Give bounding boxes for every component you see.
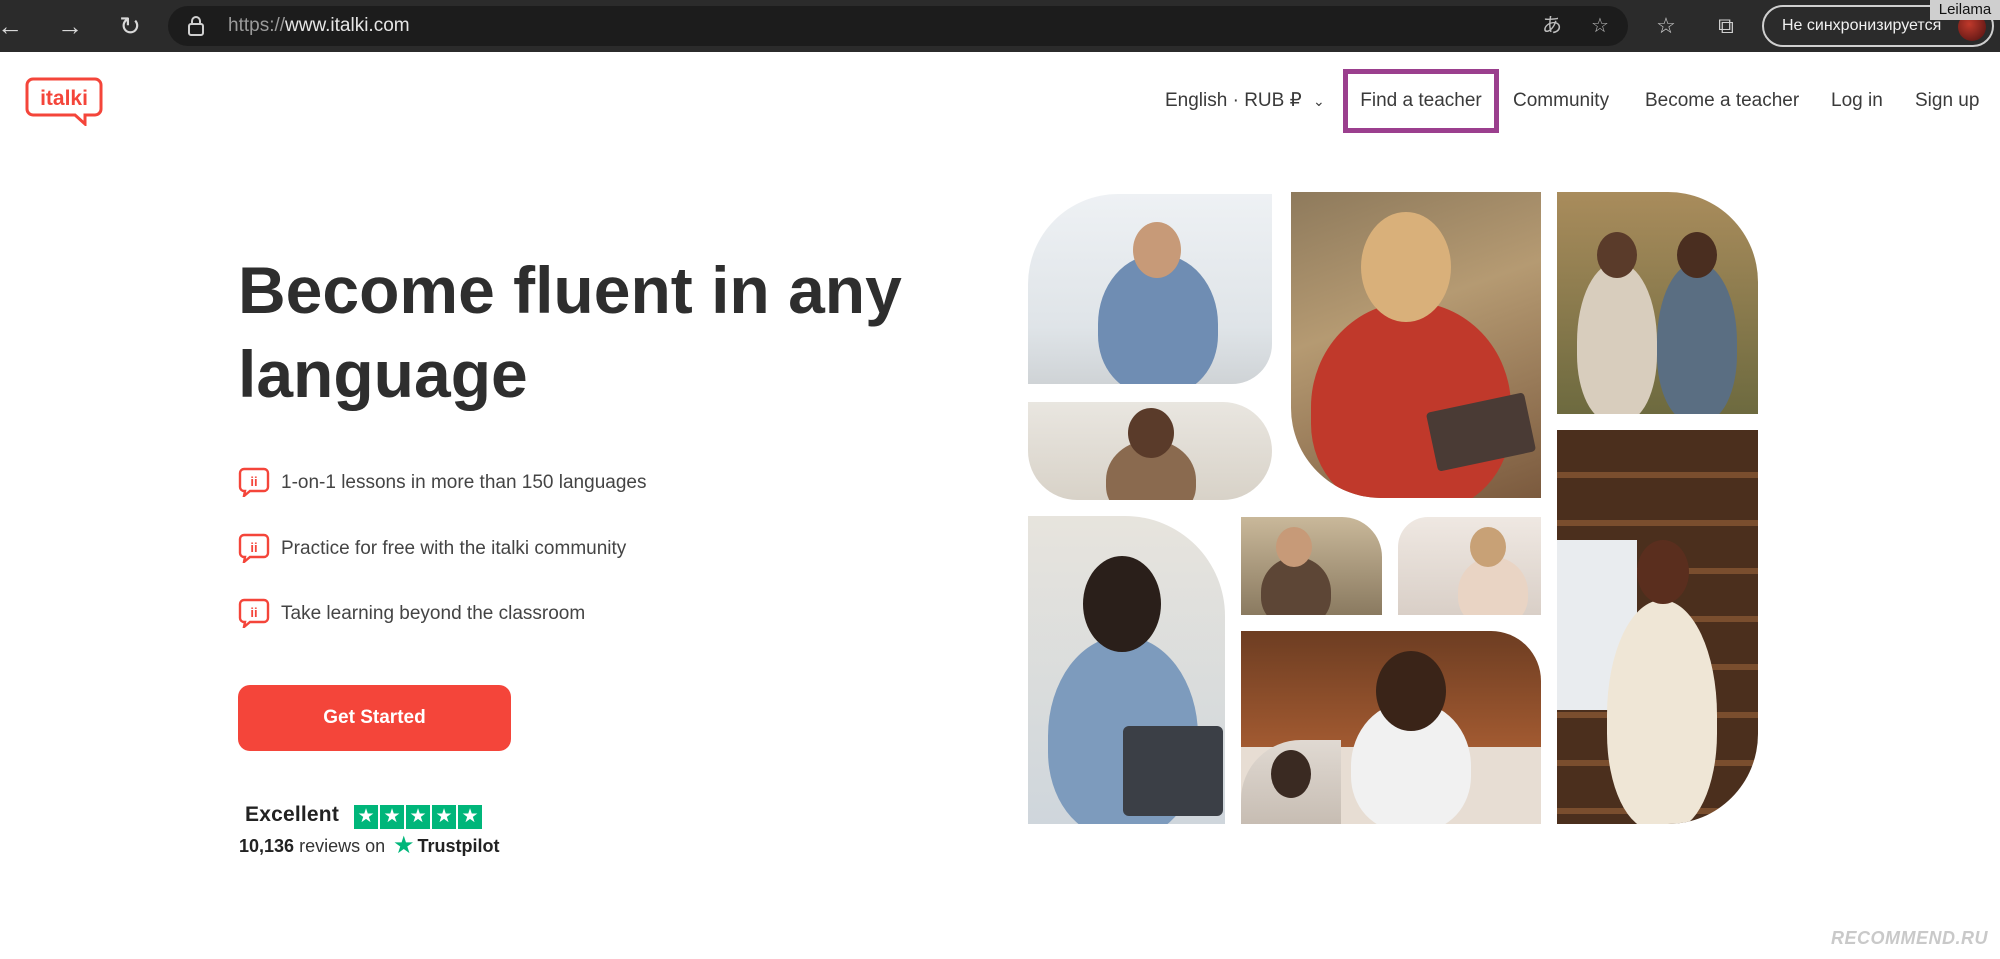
user-name-label: Leilama <box>1930 0 2000 20</box>
photo-tutor-desk <box>1028 194 1272 384</box>
photo-headset-woman <box>1398 517 1541 615</box>
lock-icon <box>188 16 204 36</box>
review-count: 10,136 <box>239 836 295 856</box>
trustpilot-rating-label: Excellent <box>245 803 340 826</box>
add-favorite-icon[interactable]: ☆ <box>1586 12 1614 40</box>
svg-text:ii: ii <box>250 540 257 555</box>
trustpilot-star-icon: ★ <box>393 832 415 859</box>
nav-become-teacher[interactable]: Become a teacher <box>1645 84 1799 118</box>
photo-teacher-bookshelf <box>1557 430 1758 824</box>
italki-bubble-icon: ii <box>238 533 270 563</box>
star-icon: ★ <box>432 805 456 829</box>
svg-text:ii: ii <box>250 605 257 620</box>
translate-icon[interactable]: あ <box>1538 12 1566 40</box>
nav-sign-up[interactable]: Sign up <box>1915 84 1979 118</box>
star-icon: ★ <box>458 805 482 829</box>
photo-student-smiling <box>1028 402 1272 500</box>
svg-text:ii: ii <box>250 474 257 489</box>
nav-log-in[interactable]: Log in <box>1831 84 1883 118</box>
language-currency-label: English · RUB ₽ <box>1165 90 1302 111</box>
trustpilot-logo[interactable]: ★ Trustpilot <box>393 833 500 859</box>
nav-find-teacher-label: Find a teacher <box>1360 90 1482 111</box>
star-icon: ★ <box>380 805 404 829</box>
address-bar[interactable]: https://www.italki.com あ ☆ <box>168 6 1628 46</box>
trustpilot-brand: Trustpilot <box>417 835 500 856</box>
back-icon[interactable]: ← <box>0 8 28 44</box>
italki-logo[interactable]: italki <box>25 76 103 126</box>
nav-find-teacher[interactable]: Find a teacher <box>1343 69 1499 133</box>
sync-status: Не синхронизируется <box>1782 17 1942 34</box>
photo-headphones-notebook <box>1291 192 1541 498</box>
photo-waving-student <box>1028 516 1225 824</box>
language-currency-selector[interactable]: English · RUB ₽ ⌄ <box>1165 84 1325 118</box>
star-icon: ★ <box>406 805 430 829</box>
reload-icon[interactable]: ↻ <box>112 8 148 44</box>
italki-bubble-icon: ii <box>238 467 270 497</box>
reviews-on-label: reviews on <box>299 836 386 856</box>
favorites-icon[interactable]: ☆ <box>1650 10 1682 42</box>
page-title: Become fluent in any language <box>238 253 902 411</box>
photo-two-students <box>1557 192 1758 414</box>
url-text: https://www.italki.com <box>228 15 410 36</box>
trustpilot-reviews[interactable]: 10,136 reviews on <box>239 836 385 857</box>
nav-community[interactable]: Community <box>1513 84 1609 118</box>
watermark: RECOMMEND.RU <box>1831 928 1988 948</box>
hero-photo-collage <box>1028 192 1758 824</box>
collections-icon[interactable]: ⧉ <box>1710 10 1742 42</box>
feature-text: Take learning beyond the classroom <box>281 603 586 624</box>
forward-icon[interactable]: → <box>52 8 88 44</box>
trustpilot-stars: ★ ★ ★ ★ ★ <box>354 805 482 830</box>
italki-bubble-icon: ii <box>238 598 270 628</box>
photo-laptop-call <box>1241 517 1382 615</box>
star-icon: ★ <box>354 805 378 829</box>
feature-text: Practice for free with the italki commun… <box>281 538 627 559</box>
get-started-button[interactable]: Get Started <box>238 685 511 751</box>
feature-text: 1-on-1 lessons in more than 150 language… <box>281 472 647 493</box>
browser-toolbar: ← → ↻ https://www.italki.com あ ☆ ☆ ⧉ Не … <box>0 0 2000 52</box>
logo-text: italki <box>40 87 88 110</box>
chevron-down-icon: ⌄ <box>1312 93 1325 109</box>
